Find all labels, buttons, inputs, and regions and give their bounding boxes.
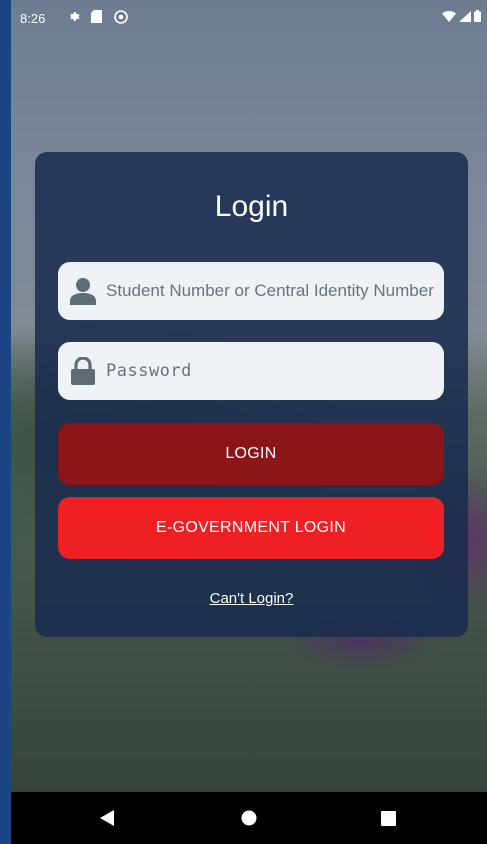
status-bar: 8:26	[11, 0, 487, 34]
password-input[interactable]	[106, 351, 436, 391]
password-field[interactable]	[58, 342, 444, 400]
wifi-icon	[442, 10, 456, 25]
battery-icon	[474, 10, 481, 25]
lock-icon	[70, 356, 96, 386]
signal-icon	[459, 10, 471, 25]
username-field[interactable]	[58, 262, 444, 320]
user-icon	[70, 276, 96, 306]
back-triangle-icon[interactable]	[77, 792, 137, 844]
navigation-bar	[11, 792, 487, 844]
gear-icon	[67, 10, 80, 26]
status-time: 8:26	[20, 11, 46, 26]
login-title: Login	[214, 190, 289, 223]
username-input[interactable]	[106, 271, 436, 311]
sd-card-icon	[91, 10, 102, 26]
hotspot-icon	[114, 10, 128, 27]
login-button[interactable]: LOGIN	[58, 423, 444, 485]
cant-login-link[interactable]: Can't Login?	[35, 590, 468, 607]
e-government-login-button[interactable]: E-GOVERNMENT LOGIN	[58, 497, 444, 559]
recents-square-icon[interactable]	[358, 792, 418, 844]
home-circle-icon[interactable]	[219, 792, 279, 844]
phone-screen: 8:26 Login Student Number or Central Ide…	[11, 0, 487, 844]
